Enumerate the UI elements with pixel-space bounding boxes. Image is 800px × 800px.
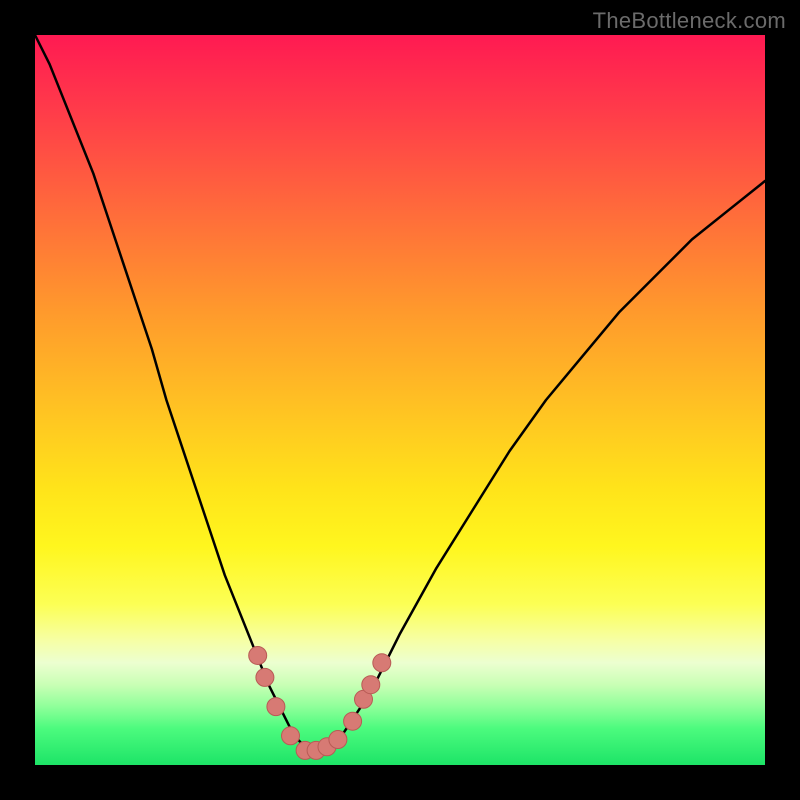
data-marker	[256, 668, 274, 686]
data-marker	[282, 727, 300, 745]
watermark-text: TheBottleneck.com	[593, 8, 786, 34]
bottleneck-curve	[35, 35, 765, 750]
data-marker	[344, 712, 362, 730]
chart-frame: TheBottleneck.com	[0, 0, 800, 800]
data-marker	[329, 731, 347, 749]
data-marker	[362, 676, 380, 694]
data-marker	[249, 647, 267, 665]
data-marker	[267, 698, 285, 716]
marker-group	[249, 647, 391, 760]
chart-svg	[35, 35, 765, 765]
plot-area	[35, 35, 765, 765]
data-marker	[373, 654, 391, 672]
